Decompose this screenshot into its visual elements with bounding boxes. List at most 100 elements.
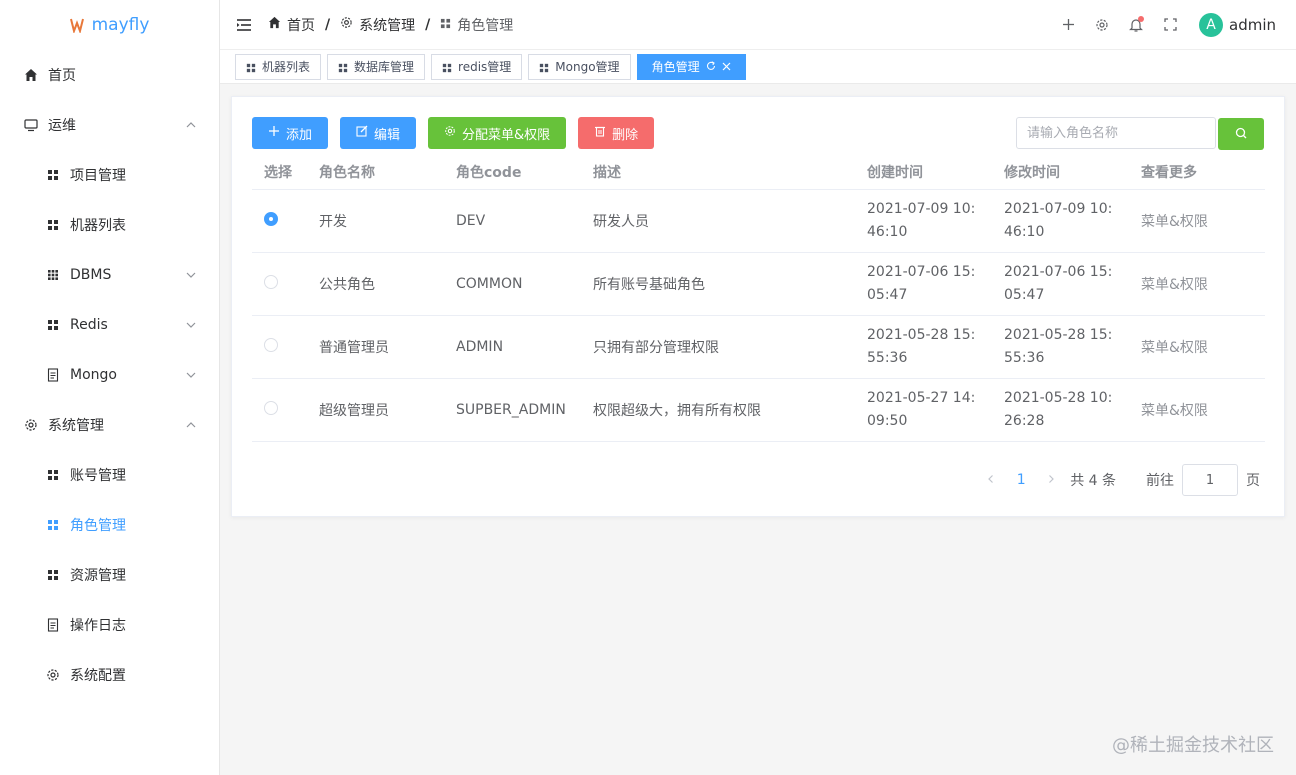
breadcrumb-separator: / [325, 17, 330, 33]
sidebar-item-label: 系统配置 [70, 665, 126, 685]
username[interactable]: admin [1229, 16, 1276, 34]
tag-machines[interactable]: 机器列表 [235, 54, 321, 80]
total-count: 共 4 条 [1070, 470, 1116, 490]
updated-time-cell: 2021-05-28 10:26:28 [992, 378, 1129, 441]
document-icon [46, 368, 60, 382]
next-page-icon[interactable] [1036, 472, 1066, 488]
chevron-up-icon [185, 419, 197, 431]
tag-label: 机器列表 [262, 58, 310, 75]
table-row[interactable]: 公共角色 COMMON 所有账号基础角色 2021-07-06 15:05:47… [252, 252, 1265, 315]
avatar[interactable]: A [1199, 13, 1223, 37]
sidebar-item-resources[interactable]: 资源管理 [0, 550, 219, 600]
tag-roles[interactable]: 角色管理 [637, 54, 746, 80]
sidebar-item-redis[interactable]: Redis [0, 300, 219, 350]
grid-icon [46, 218, 60, 232]
header-actions: A admin [1051, 8, 1276, 42]
document-icon [46, 618, 60, 632]
breadcrumb-home[interactable]: 首页 [268, 15, 315, 35]
column-header-code: 角色code [444, 155, 581, 189]
page-suffix: 页 [1246, 470, 1260, 490]
role-desc-cell: 所有账号基础角色 [581, 252, 855, 315]
grid-icon [440, 17, 451, 33]
column-header-created: 创建时间 [855, 155, 992, 189]
sidebar-item-machines[interactable]: 机器列表 [0, 200, 219, 250]
watermark: @稀土掘金技术社区 [1112, 731, 1274, 757]
edit-button[interactable]: 编辑 [340, 117, 416, 149]
gear-icon [46, 668, 60, 682]
sidebar-item-accounts[interactable]: 账号管理 [0, 450, 219, 500]
delete-button[interactable]: 删除 [578, 117, 654, 149]
menu-permission-link[interactable]: 菜单&权限 [1141, 214, 1208, 230]
breadcrumb-separator: / [425, 17, 430, 33]
grid-icon [46, 518, 60, 532]
table-row[interactable]: 普通管理员 ADMIN 只拥有部分管理权限 2021-05-28 15:55:3… [252, 315, 1265, 378]
breadcrumb-label: 角色管理 [457, 15, 513, 35]
logo[interactable]: mayfly [0, 0, 219, 50]
role-management-card: 添加 编辑 分配菜单&权限 删除 选择 角色名称 角色code 描述 [231, 96, 1285, 517]
sidebar-item-logs[interactable]: 操作日志 [0, 600, 219, 650]
monitor-icon [24, 118, 38, 132]
row-select-radio[interactable] [264, 338, 278, 352]
table-header-row: 选择 角色名称 角色code 描述 创建时间 修改时间 查看更多 [252, 155, 1265, 189]
gear-icon [444, 125, 456, 141]
page-number[interactable]: 1 [1006, 472, 1036, 488]
grid-icon [338, 62, 348, 72]
sidebar-item-roles[interactable]: 角色管理 [0, 500, 219, 550]
breadcrumb-label: 首页 [287, 15, 315, 35]
add-button[interactable]: 添加 [252, 117, 328, 149]
close-icon[interactable] [722, 60, 731, 74]
breadcrumb-system[interactable]: 系统管理 [340, 15, 415, 35]
sidebar-item-mongo[interactable]: Mongo [0, 350, 219, 400]
sidebar-item-label: 运维 [48, 115, 76, 135]
role-name-cell: 超级管理员 [307, 378, 444, 441]
edit-icon [356, 125, 368, 141]
tag-mongo[interactable]: Mongo管理 [528, 54, 630, 80]
role-table: 选择 角色名称 角色code 描述 创建时间 修改时间 查看更多 开发 DEV … [252, 155, 1265, 442]
tag-databases[interactable]: 数据库管理 [327, 54, 425, 80]
row-select-radio[interactable] [264, 401, 278, 415]
plus-icon[interactable] [1051, 8, 1085, 42]
sidebar-item-label: Redis [70, 317, 108, 333]
role-code-cell: DEV [444, 189, 581, 252]
menu-permission-link[interactable]: 菜单&权限 [1141, 340, 1208, 356]
grid-icon [46, 318, 60, 332]
role-desc-cell: 研发人员 [581, 189, 855, 252]
assign-menu-permission-button[interactable]: 分配菜单&权限 [428, 117, 566, 149]
menu-permission-link[interactable]: 菜单&权限 [1141, 403, 1208, 419]
goto-page-input[interactable] [1182, 464, 1238, 496]
sidebar-item-label: DBMS [70, 267, 111, 283]
menu-permission-link[interactable]: 菜单&权限 [1141, 277, 1208, 293]
bell-icon[interactable] [1119, 8, 1153, 42]
created-time-cell: 2021-07-06 15:05:47 [855, 252, 992, 315]
sidebar-item-config[interactable]: 系统配置 [0, 650, 219, 700]
table-row[interactable]: 开发 DEV 研发人员 2021-07-09 10:46:10 2021-07-… [252, 189, 1265, 252]
sidebar-item-dbms[interactable]: DBMS [0, 250, 219, 300]
role-name-cell: 普通管理员 [307, 315, 444, 378]
refresh-icon[interactable] [706, 60, 716, 74]
table-row[interactable]: 超级管理员 SUPBER_ADMIN 权限超级大，拥有所有权限 2021-05-… [252, 378, 1265, 441]
fullscreen-icon[interactable] [1153, 8, 1187, 42]
collapse-menu-icon[interactable] [236, 18, 252, 32]
prev-page-icon[interactable] [976, 472, 1006, 488]
grid-icon [539, 62, 549, 72]
search-button[interactable] [1218, 118, 1264, 150]
tag-label: 角色管理 [652, 58, 700, 75]
sidebar-item-label: 机器列表 [70, 215, 126, 235]
sidebar-item-projects[interactable]: 项目管理 [0, 150, 219, 200]
sidebar-item-label: Mongo [70, 367, 117, 383]
column-header-desc: 描述 [581, 155, 855, 189]
role-code-cell: ADMIN [444, 315, 581, 378]
created-time-cell: 2021-05-27 14:09:50 [855, 378, 992, 441]
delete-button-label: 删除 [612, 124, 638, 143]
edit-button-label: 编辑 [374, 124, 400, 143]
sidebar-item-system[interactable]: 系统管理 [0, 400, 219, 450]
row-select-radio[interactable] [264, 212, 278, 226]
settings-icon[interactable] [1085, 8, 1119, 42]
sidebar-item-label: 首页 [48, 65, 76, 85]
sidebar-item-ops[interactable]: 运维 [0, 100, 219, 150]
sidebar-item-home[interactable]: 首页 [0, 50, 219, 100]
row-select-radio[interactable] [264, 275, 278, 289]
tag-redis[interactable]: redis管理 [431, 54, 522, 80]
sidebar-item-label: 角色管理 [70, 515, 126, 535]
role-name-search-input[interactable] [1016, 117, 1216, 149]
